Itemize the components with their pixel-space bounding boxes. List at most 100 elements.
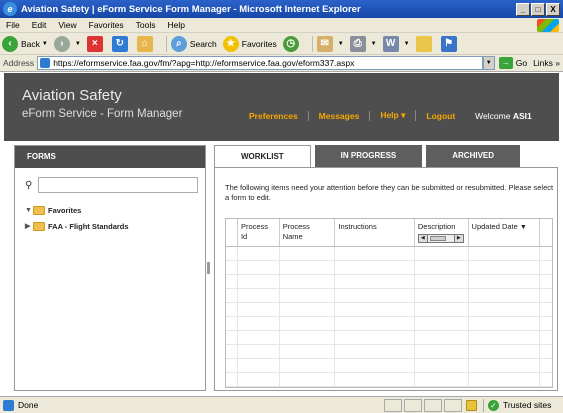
table-cell — [469, 331, 541, 344]
column-scroll-control[interactable]: ◀ ▶ — [417, 234, 464, 243]
back-label: Back — [21, 38, 40, 49]
nav-preferences[interactable]: Preferences — [239, 110, 309, 121]
column-process-name[interactable]: Process Name — [280, 219, 336, 246]
refresh-button[interactable]: ↻ — [111, 35, 131, 52]
table-row — [226, 359, 552, 373]
search-button[interactable]: ⌕ Search — [170, 35, 217, 52]
table-cell — [226, 275, 238, 288]
table-cell — [415, 317, 469, 330]
stop-button[interactable]: × — [86, 35, 106, 52]
forms-panel: FORMS ⚲ ▼ Favorites ▶ FAA - Flight Stand… — [14, 145, 206, 391]
tree-node-faa-flight-standards[interactable]: ▶ FAA - Flight Standards — [25, 218, 129, 234]
table-cell — [238, 317, 280, 330]
table-cell — [415, 303, 469, 316]
table-cell — [469, 359, 541, 372]
edit-button[interactable]: W ▼ — [382, 35, 410, 52]
history-button[interactable]: ◷ — [282, 35, 302, 52]
column-process-id[interactable]: Process Id — [238, 219, 280, 246]
forms-tree: ▼ Favorites ▶ FAA - Flight Standards — [25, 202, 129, 234]
search-label: Search — [189, 38, 217, 49]
home-button[interactable]: ⌂ — [136, 35, 156, 52]
table-row — [226, 345, 552, 359]
table-cell — [238, 275, 280, 288]
tab-archived[interactable]: ARCHIVED — [426, 145, 521, 167]
address-input[interactable]: https://eformservice.faa.gov/fm/?apg=htt… — [37, 56, 483, 70]
print-dropdown-icon[interactable]: ▼ — [371, 41, 377, 47]
menu-view[interactable]: View — [52, 20, 82, 30]
table-cell — [540, 247, 552, 260]
table-cell — [469, 317, 541, 330]
address-dropdown-icon[interactable]: ▼ — [482, 56, 495, 70]
back-button[interactable]: ‹ Back ▼ — [2, 35, 48, 52]
table-cell — [335, 289, 415, 302]
table-cell — [238, 359, 280, 372]
table-cell — [280, 275, 336, 288]
minimize-button[interactable]: _ — [516, 2, 530, 16]
home-icon: ⌂ — [136, 35, 153, 52]
sort-desc-icon[interactable]: ▼ — [520, 224, 527, 231]
table-cell — [226, 331, 238, 344]
table-row — [226, 247, 552, 261]
table-cell — [238, 331, 280, 344]
nav-messages[interactable]: Messages — [309, 110, 371, 121]
welcome-user: ASI1 — [512, 110, 532, 121]
scroll-left-icon[interactable]: ◀ — [418, 235, 428, 242]
tab-in-progress[interactable]: IN PROGRESS — [314, 145, 423, 167]
table-cell — [415, 359, 469, 372]
mail-button[interactable]: ✉ ▼ — [316, 35, 344, 52]
folder-button[interactable] — [415, 35, 435, 52]
address-label: Address — [3, 58, 35, 68]
browser-toolbar: ‹ Back ▼ › ▼ × ↻ ⌂ ⌕ Search ★ Favorites … — [0, 33, 563, 55]
print-button[interactable]: ⎙ ▼ — [349, 35, 377, 52]
tab-worklist[interactable]: WORKLIST — [214, 145, 311, 167]
scroll-right-icon[interactable]: ▶ — [453, 235, 463, 242]
expand-down-icon[interactable]: ▼ — [25, 207, 33, 214]
forward-dropdown-icon[interactable]: ▼ — [75, 41, 81, 47]
security-zone[interactable]: ✓ Trusted sites — [483, 398, 563, 412]
app-header: Aviation Safety eForm Service - Form Man… — [4, 73, 559, 141]
table-cell — [335, 261, 415, 274]
column-updated-date[interactable]: Updated Date ▼ — [469, 219, 541, 246]
menu-edit[interactable]: Edit — [26, 20, 53, 30]
window-title: Aviation Safety | eForm Service Form Man… — [21, 3, 361, 15]
menu-favorites[interactable]: Favorites — [83, 20, 130, 30]
edit-dropdown-icon[interactable]: ▼ — [404, 41, 410, 47]
links-button[interactable]: Links » — [533, 58, 560, 68]
tree-node-favorites[interactable]: ▼ Favorites — [25, 202, 129, 218]
go-arrow-icon: → — [498, 57, 513, 69]
column-instructions[interactable]: Instructions — [335, 219, 415, 246]
table-cell — [280, 331, 336, 344]
menu-file[interactable]: File — [0, 20, 26, 30]
go-button[interactable]: → Go — [498, 57, 527, 69]
column-description[interactable]: Description ◀ ▶ — [415, 219, 469, 246]
forms-search-input[interactable] — [38, 177, 199, 193]
status-cell — [384, 398, 402, 412]
panel-splitter[interactable] — [207, 262, 210, 274]
mail-dropdown-icon[interactable]: ▼ — [338, 41, 344, 47]
maximize-button[interactable]: □ — [531, 2, 545, 16]
nav-help[interactable]: Help ▾ — [370, 110, 417, 121]
nav-logout[interactable]: Logout — [416, 111, 465, 121]
table-cell — [238, 373, 280, 386]
table-row — [226, 261, 552, 275]
close-button[interactable]: X — [546, 2, 560, 16]
table-cell — [238, 261, 280, 274]
back-dropdown-icon[interactable]: ▼ — [42, 41, 48, 47]
table-cell — [415, 261, 469, 274]
lock-icon[interactable] — [466, 399, 477, 411]
tree-node-label: FAA - Flight Standards — [48, 221, 129, 231]
tree-node-label: Favorites — [48, 205, 82, 215]
expand-right-icon[interactable]: ▶ — [25, 222, 33, 230]
scroll-thumb[interactable] — [429, 236, 446, 241]
forms-panel-title: FORMS — [15, 146, 205, 168]
search-icon: ⌕ — [170, 35, 187, 52]
table-cell — [226, 345, 238, 358]
menu-help[interactable]: Help — [161, 20, 190, 30]
forward-button[interactable]: › ▼ — [53, 35, 81, 52]
table-cell — [335, 275, 415, 288]
favorites-button[interactable]: ★ Favorites — [222, 35, 277, 52]
messenger-button[interactable]: ⚑ — [440, 35, 460, 52]
search-icon: ⚲ — [25, 179, 33, 191]
menu-tools[interactable]: Tools — [130, 20, 162, 30]
table-cell — [469, 373, 541, 386]
